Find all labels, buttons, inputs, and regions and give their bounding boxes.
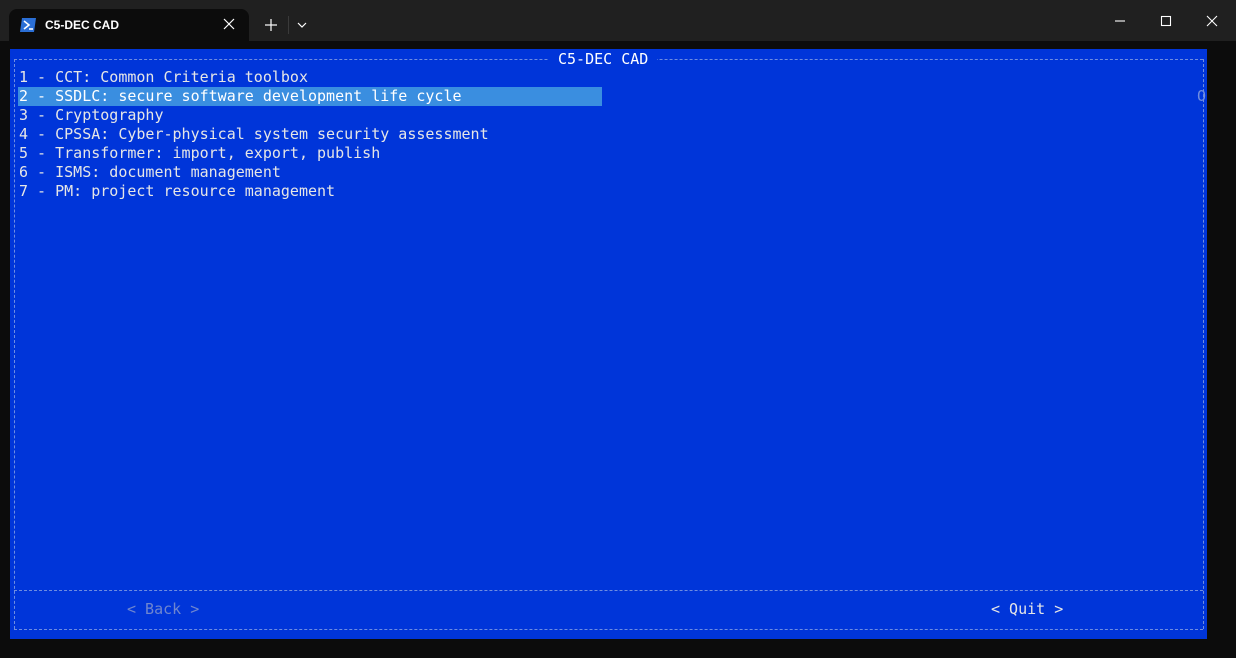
chevron-down-icon[interactable]	[292, 15, 312, 35]
menu-item-transformer[interactable]: 5 - Transformer: import, export, publish	[18, 144, 602, 163]
dialog-button-separator	[14, 590, 1203, 591]
back-button[interactable]: < Back >	[127, 600, 199, 619]
tab-c5-dec-cad[interactable]: C5-DEC CAD	[9, 9, 249, 41]
terminal-dialog: C5-DEC CAD 1 - CCT: Common Criteria tool…	[10, 49, 1207, 639]
menu-item-cct[interactable]: 1 - CCT: Common Criteria toolbox	[18, 68, 602, 87]
minimize-button[interactable]	[1097, 0, 1143, 41]
terminal-window: C5-DEC CAD C5-DEC CAD 1 - CCT: Common Cr…	[0, 0, 1236, 658]
maximize-icon	[1160, 15, 1172, 27]
menu-item-pm[interactable]: 7 - PM: project resource management	[18, 182, 602, 201]
tab-divider	[288, 16, 289, 34]
dialog-title: C5-DEC CAD	[549, 50, 658, 68]
menu-item-ssdlc[interactable]: 2 - SSDLC: secure software development l…	[18, 87, 602, 106]
maximize-button[interactable]	[1143, 0, 1189, 41]
dialog-border-right	[1203, 59, 1204, 629]
menu-item-cpssa[interactable]: 4 - CPSSA: Cyber-physical system securit…	[18, 125, 602, 144]
powershell-icon	[20, 18, 36, 32]
close-window-button[interactable]	[1189, 0, 1235, 41]
close-tab-icon[interactable]	[221, 16, 237, 32]
minimize-icon	[1115, 20, 1125, 22]
title-bar: C5-DEC CAD	[0, 0, 1236, 41]
menu-item-cryptography[interactable]: 3 - Cryptography	[18, 106, 602, 125]
menu-item-isms[interactable]: 6 - ISMS: document management	[18, 163, 602, 182]
main-menu[interactable]: 1 - CCT: Common Criteria toolbox 2 - SSD…	[18, 68, 1198, 201]
dialog-border-bottom	[14, 629, 1203, 630]
tab-title: C5-DEC CAD	[45, 18, 120, 32]
scroll-indicator: O	[1197, 87, 1207, 105]
dialog-border-left	[14, 59, 15, 629]
close-icon	[1206, 15, 1218, 27]
quit-button[interactable]: < Quit >	[991, 600, 1063, 619]
plus-icon[interactable]	[261, 15, 281, 35]
